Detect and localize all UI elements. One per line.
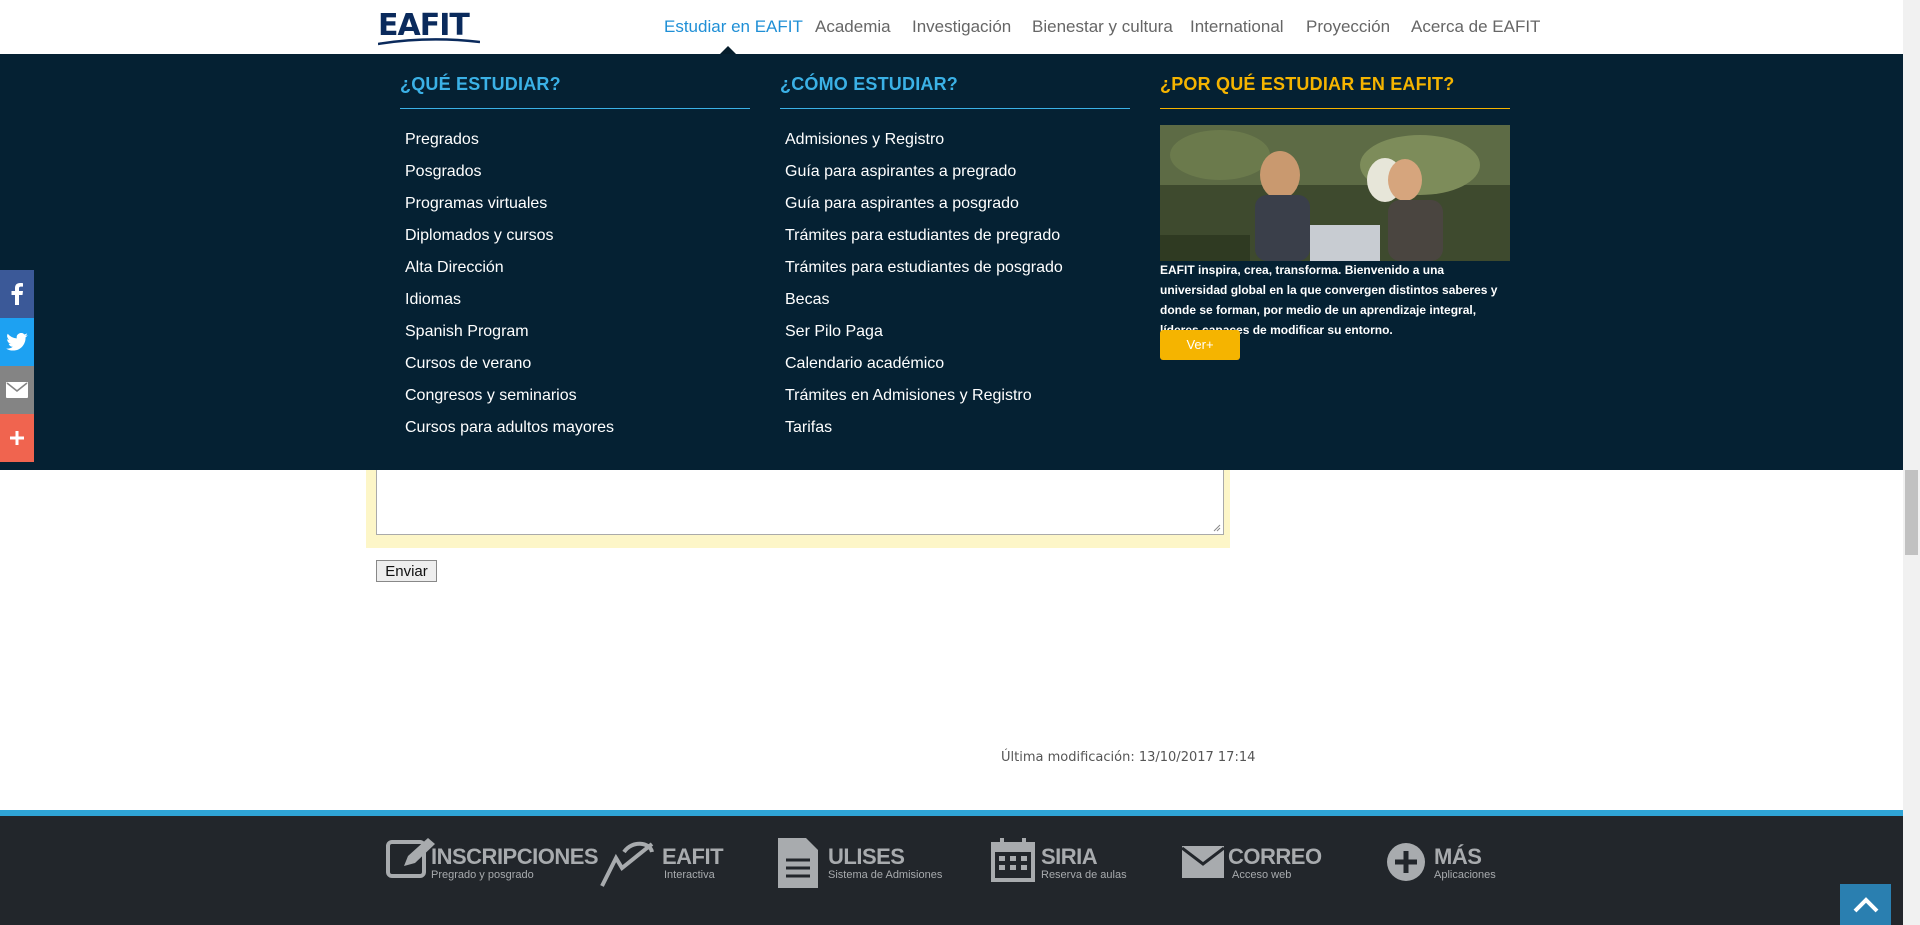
students-photo[interactable] [1160, 125, 1510, 261]
menu-item[interactable]: Admisiones y Registro [785, 124, 1063, 156]
email-share-button[interactable] [0, 366, 34, 414]
menu-item[interactable]: Tarifas [785, 412, 1063, 444]
mail-icon [1182, 846, 1224, 878]
menu-item[interactable]: Calendario académico [785, 348, 1063, 380]
app-subtitle: Pregrado y posgrado [431, 869, 534, 881]
app-mas[interactable]: MÁS Aplicaciones [1386, 838, 1506, 890]
site-header: EAFIT Estudiar en EAFIT Academia Investi… [0, 0, 1903, 54]
app-subtitle: Interactiva [664, 869, 715, 881]
col-como-estudiar-title: ¿CÓMO ESTUDIAR? [780, 74, 958, 94]
app-subtitle: Acceso web [1232, 869, 1292, 881]
col-por-que-title: ¿POR QUÉ ESTUDIAR EN EAFIT? [1160, 74, 1455, 94]
menu-item[interactable]: Congresos y seminarios [405, 380, 614, 412]
menu-item[interactable]: Spanish Program [405, 316, 614, 348]
nav-investigacion[interactable]: Investigación [912, 17, 1011, 37]
app-eafit-interactiva[interactable]: EAFIT Interactiva [598, 838, 728, 890]
nav-academia[interactable]: Academia [815, 17, 891, 37]
divider [400, 108, 750, 109]
promo-text: EAFIT inspira, crea, transforma. Bienven… [1160, 263, 1498, 337]
resize-handle-icon[interactable] [1213, 524, 1221, 532]
chevron-up-icon [1853, 896, 1878, 912]
divider [1160, 108, 1510, 109]
app-siria[interactable]: SIRIA Reserva de aulas [991, 838, 1131, 890]
menu-item[interactable]: Guía para aspirantes a posgrado [785, 188, 1063, 220]
submit-button[interactable]: Enviar [376, 560, 437, 582]
app-correo[interactable]: CORREO Acceso web [1182, 838, 1322, 890]
footer-apps-bar: INSCRIPCIONES Pregrado y posgrado EAFIT … [0, 816, 1903, 925]
students-photo-illustration [1160, 125, 1510, 261]
menu-item[interactable]: Trámites en Admisiones y Registro [785, 380, 1063, 412]
app-name: CORREO [1228, 844, 1322, 869]
calendar-icon [991, 838, 1035, 882]
active-caret [720, 46, 736, 54]
last-modified: Última modificación: 13/10/2017 17:14 [1001, 750, 1256, 765]
app-name: MÁS [1434, 844, 1482, 869]
plus-icon [10, 431, 24, 445]
logo-swoosh [378, 38, 480, 46]
eafit-logo[interactable]: EAFIT [378, 8, 484, 46]
menu-item[interactable]: Guía para aspirantes a pregrado [785, 156, 1063, 188]
edit-icon [386, 838, 435, 878]
app-subtitle: Aplicaciones [1434, 869, 1496, 881]
cursor-icon [600, 841, 654, 887]
que-estudiar-list: Pregrados Posgrados Programas virtuales … [405, 124, 614, 444]
menu-item[interactable]: Posgrados [405, 156, 614, 188]
document-icon [778, 838, 818, 888]
app-subtitle: Sistema de Admisiones [828, 869, 943, 881]
menu-item[interactable]: Trámites para estudiantes de pregrado [785, 220, 1063, 252]
scrollbar-thumb[interactable] [1905, 470, 1918, 555]
nav-proyeccion[interactable]: Proyección [1306, 17, 1390, 37]
nav-acerca[interactable]: Acerca de EAFIT [1411, 17, 1540, 37]
facebook-icon [11, 283, 23, 305]
back-to-top-button[interactable] [1840, 884, 1891, 925]
menu-item[interactable]: Programas virtuales [405, 188, 614, 220]
nav-bienestar[interactable]: Bienestar y cultura [1032, 17, 1173, 37]
nav-international[interactable]: International [1190, 17, 1284, 37]
col-que-estudiar-title: ¿QUÉ ESTUDIAR? [400, 74, 561, 94]
menu-item[interactable]: Idiomas [405, 284, 614, 316]
como-estudiar-list: Admisiones y Registro Guía para aspirant… [785, 124, 1063, 444]
ver-mas-button[interactable]: Ver+ [1160, 330, 1240, 360]
app-subtitle: Reserva de aulas [1041, 869, 1127, 881]
menu-item[interactable]: Ser Pilo Paga [785, 316, 1063, 348]
divider [780, 108, 1130, 109]
menu-item[interactable]: Cursos para adultos mayores [405, 412, 614, 444]
app-name: EAFIT [662, 844, 724, 869]
app-inscripciones[interactable]: INSCRIPCIONES Pregrado y posgrado [386, 838, 599, 890]
twitter-icon [6, 333, 28, 351]
twitter-share-button[interactable] [0, 318, 34, 366]
app-name: INSCRIPCIONES [431, 844, 599, 869]
app-name: ULISES [828, 844, 905, 869]
more-share-button[interactable] [0, 414, 34, 462]
menu-item[interactable]: Alta Dirección [405, 252, 614, 284]
scrollbar-track[interactable] [1903, 0, 1920, 925]
app-ulises[interactable]: ULISES Sistema de Admisiones [778, 838, 948, 890]
mega-menu: ¿QUÉ ESTUDIAR? Pregrados Posgrados Progr… [0, 54, 1915, 470]
menu-item[interactable]: Trámites para estudiantes de posgrado [785, 252, 1063, 284]
menu-item[interactable]: Cursos de verano [405, 348, 614, 380]
plus-circle-icon [1387, 843, 1425, 881]
menu-item[interactable]: Diplomados y cursos [405, 220, 614, 252]
app-name: SIRIA [1041, 844, 1098, 869]
menu-item[interactable]: Becas [785, 284, 1063, 316]
menu-item[interactable]: Pregrados [405, 124, 614, 156]
email-icon [6, 382, 28, 398]
nav-estudiar[interactable]: Estudiar en EAFIT [664, 17, 803, 37]
facebook-share-button[interactable] [0, 270, 34, 318]
